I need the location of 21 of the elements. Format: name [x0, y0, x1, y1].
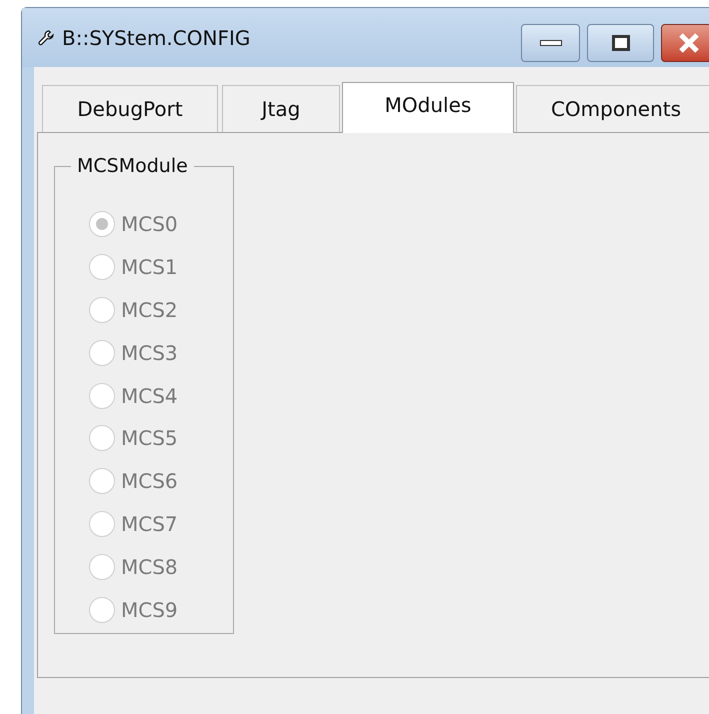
wrench-icon	[38, 30, 54, 46]
radio-label: MCS0	[121, 211, 178, 238]
radio-label: MCS9	[121, 596, 178, 624]
maximize-icon	[612, 35, 630, 51]
radio-label: MCS3	[121, 340, 178, 367]
radio-label: MCS8	[121, 554, 178, 581]
close-icon	[678, 33, 700, 53]
minimize-button[interactable]	[521, 24, 580, 62]
radio-label: MCS1	[121, 254, 178, 282]
tab[interactable]: Jtag	[222, 85, 340, 132]
radio-label: MCS6	[121, 468, 178, 496]
tab[interactable]: DebugPort	[42, 85, 218, 132]
radio-label: MCS2	[121, 296, 178, 324]
radio-label: MCS7	[121, 510, 178, 538]
tab[interactable]: MOdules	[342, 82, 514, 133]
tab[interactable]: COmponents	[516, 85, 709, 132]
radio-label: MCS5	[121, 425, 178, 452]
minimize-icon	[540, 40, 562, 46]
radio-label: MCS4	[121, 382, 178, 410]
maximize-button[interactable]	[587, 24, 654, 62]
window-title: B::SYStem.CONFIG	[62, 24, 250, 52]
